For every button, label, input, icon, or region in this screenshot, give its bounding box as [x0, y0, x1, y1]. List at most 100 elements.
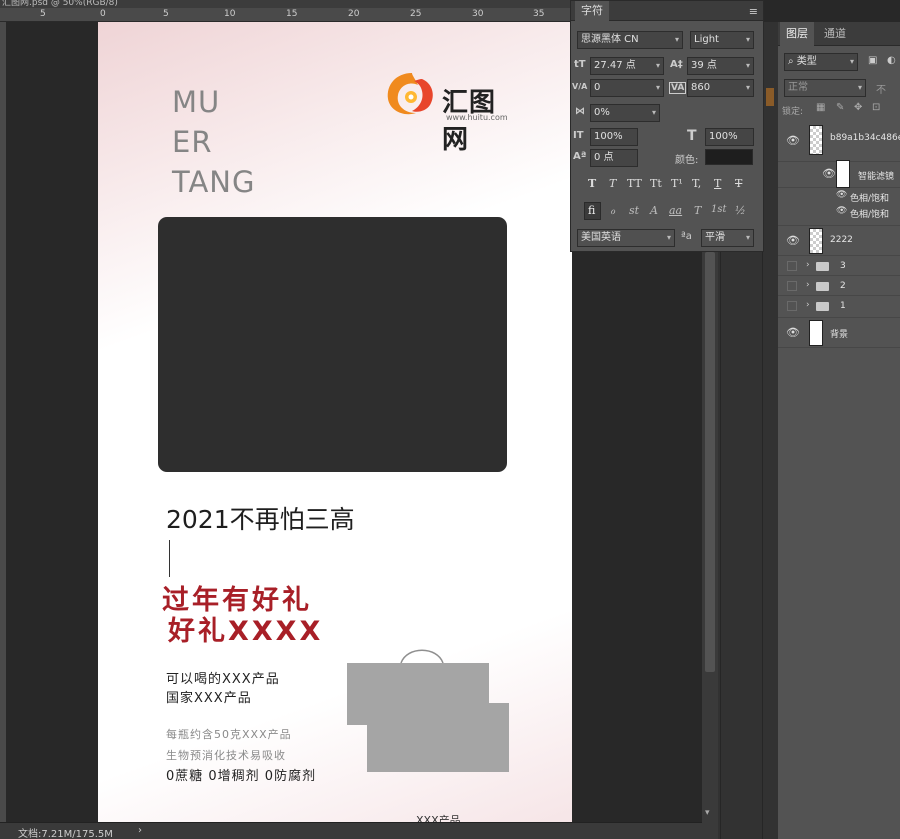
- stylistic-alternates-button[interactable]: aa: [669, 204, 682, 217]
- all-caps-button[interactable]: TT: [627, 177, 642, 190]
- tracking-icon: VA: [669, 82, 687, 94]
- layer-name[interactable]: 2: [840, 281, 846, 291]
- detail-text[interactable]: 每瓶约含50克XXX产品 生物预消化技术易吸收: [166, 724, 292, 766]
- layer-row[interactable]: 👁 背景: [778, 318, 900, 348]
- layer-name[interactable]: 3: [840, 261, 846, 271]
- underline-button[interactable]: T: [714, 177, 721, 190]
- layer-name[interactable]: b89a1b34c486e: [830, 133, 900, 143]
- blend-mode-select[interactable]: 正常 ▾: [784, 79, 866, 97]
- eye-icon[interactable]: 👁: [786, 234, 800, 247]
- layer-name[interactable]: 智能滤镜: [858, 169, 894, 182]
- eye-icon[interactable]: 👁: [836, 190, 847, 200]
- chevron-down-icon: ▾: [849, 57, 854, 66]
- faux-bold-button[interactable]: T: [588, 177, 596, 190]
- document-size[interactable]: 文档:7.21M/175.5M: [18, 825, 113, 839]
- blend-mode-value: 正常: [788, 82, 808, 93]
- layer-filter-select[interactable]: ⌕ 类型 ▾: [784, 53, 858, 71]
- font-size-field[interactable]: 27.47 点 ▾: [590, 57, 664, 75]
- font-size-value: 27.47 点: [594, 60, 636, 71]
- horizontal-ruler[interactable]: 5 0 5 10 15 20 25 30 35: [0, 8, 570, 22]
- small-caps-button[interactable]: Tt: [650, 177, 662, 190]
- layer-name[interactable]: 1: [840, 301, 846, 311]
- layer-name[interactable]: 色相/饱和: [850, 191, 889, 204]
- eye-icon[interactable]: 👁: [786, 326, 800, 339]
- photo-placeholder[interactable]: [158, 217, 507, 472]
- scrollbar-thumb[interactable]: [705, 252, 715, 672]
- strikethrough-button[interactable]: T: [735, 177, 742, 190]
- lock-pixels-icon[interactable]: ✎: [836, 102, 844, 113]
- layer-row[interactable]: › 2: [778, 276, 900, 296]
- promo-text[interactable]: 过年有好礼 好礼XXXX: [162, 585, 323, 647]
- layer-name[interactable]: 2222: [830, 235, 853, 245]
- font-style-select[interactable]: Light ▾: [690, 31, 754, 49]
- filter-image-icon[interactable]: ▣: [868, 55, 877, 66]
- document-tab[interactable]: 汇图网.psd @ 50%(RGB/8): [0, 0, 570, 8]
- filter-adjustment-icon[interactable]: ◐: [887, 55, 896, 66]
- tab-channels[interactable]: 通道: [818, 22, 852, 46]
- discretionary-ligatures-button[interactable]: ℴ: [610, 204, 615, 217]
- layer-row[interactable]: › 1: [778, 296, 900, 318]
- anti-alias-value: 平滑: [705, 232, 725, 243]
- layer-name[interactable]: 背景: [830, 327, 848, 340]
- poster-artboard[interactable]: MU ER TANG 汇图网 www.huitu.com 2021不再怕三高 过…: [98, 22, 572, 822]
- kerning-field[interactable]: 0 ▾: [590, 79, 664, 97]
- promo-line: 过年有好礼: [162, 585, 312, 616]
- footer-text[interactable]: XXX产品: [416, 812, 461, 822]
- ligatures-button[interactable]: fi: [588, 204, 595, 217]
- text-color-swatch[interactable]: [705, 149, 753, 165]
- language-select[interactable]: 美国英语 ▾: [577, 229, 675, 247]
- status-menu-icon[interactable]: ›: [138, 825, 142, 836]
- color-swatch[interactable]: [766, 88, 774, 106]
- panel-menu-icon[interactable]: ≡: [749, 5, 758, 18]
- eye-icon[interactable]: 👁: [786, 134, 800, 147]
- titling-alternates-button[interactable]: T: [694, 204, 701, 217]
- layer-row[interactable]: › 3: [778, 256, 900, 276]
- layer-row[interactable]: 👁 b89a1b34c486e: [778, 120, 900, 162]
- product-text[interactable]: 可以喝的XXX产品 国家XXX产品: [166, 670, 280, 708]
- gift-bag-placeholder[interactable]: [347, 646, 517, 774]
- lock-position-icon[interactable]: ✥: [854, 102, 862, 113]
- font-size-icon: tT: [574, 59, 586, 70]
- chevron-right-icon[interactable]: ›: [806, 280, 810, 290]
- font-family-select[interactable]: 思源黑体 CN ▾: [577, 31, 683, 49]
- zero-additive-text[interactable]: 0蔗糖 0增稠剂 0防腐剂: [166, 765, 316, 784]
- ruler-label: 10: [224, 9, 236, 19]
- layer-row[interactable]: 👁 智能滤镜: [778, 160, 900, 188]
- headline-text[interactable]: 2021不再怕三高: [166, 500, 355, 536]
- chevron-down-icon: ▾: [666, 233, 671, 242]
- layer-row[interactable]: 👁 2222: [778, 226, 900, 256]
- visibility-toggle[interactable]: [787, 301, 797, 311]
- layer-row[interactable]: 👁 色相/饱和: [778, 188, 900, 204]
- anti-alias-select[interactable]: 平滑 ▾: [701, 229, 754, 247]
- brand-text[interactable]: MU ER TANG: [172, 82, 255, 202]
- swash-button[interactable]: A: [650, 204, 658, 217]
- horizontal-scale-field[interactable]: 100%: [705, 128, 754, 146]
- chevron-right-icon[interactable]: ›: [806, 260, 810, 270]
- eye-icon[interactable]: 👁: [836, 206, 847, 216]
- visibility-toggle[interactable]: [787, 261, 797, 271]
- layer-row[interactable]: 👁 色相/饱和: [778, 204, 900, 226]
- tab-layers[interactable]: 图层: [780, 22, 814, 46]
- scroll-down-icon[interactable]: ▾: [705, 808, 710, 818]
- ordinals-button[interactable]: 1st: [711, 204, 727, 215]
- layer-thumbnail: [809, 320, 823, 346]
- lock-artboard-icon[interactable]: ⊡: [872, 102, 880, 113]
- lock-transparent-icon[interactable]: ▦: [816, 102, 825, 113]
- visibility-toggle[interactable]: [787, 281, 797, 291]
- subscript-button[interactable]: T,: [692, 177, 701, 190]
- tracking-field[interactable]: 860 ▾: [687, 79, 754, 97]
- faux-italic-button[interactable]: T: [609, 177, 616, 190]
- eye-icon[interactable]: 👁: [822, 167, 836, 180]
- baseline-shift-field[interactable]: 0 点: [590, 149, 638, 167]
- tab-character[interactable]: 字符: [575, 1, 609, 21]
- fractions-button[interactable]: ½: [735, 204, 746, 217]
- superscript-button[interactable]: T¹: [671, 177, 683, 190]
- contextual-alternates-button[interactable]: st: [629, 204, 639, 217]
- leading-field[interactable]: 39 点 ▾: [687, 57, 754, 75]
- vertical-scale-field[interactable]: 100%: [590, 128, 638, 146]
- opacity-label[interactable]: 不: [876, 81, 886, 96]
- tsume-field[interactable]: 0% ▾: [590, 104, 660, 122]
- brand-line: ER: [172, 125, 213, 159]
- layer-name[interactable]: 色相/饱和: [850, 207, 889, 220]
- chevron-right-icon[interactable]: ›: [806, 300, 810, 310]
